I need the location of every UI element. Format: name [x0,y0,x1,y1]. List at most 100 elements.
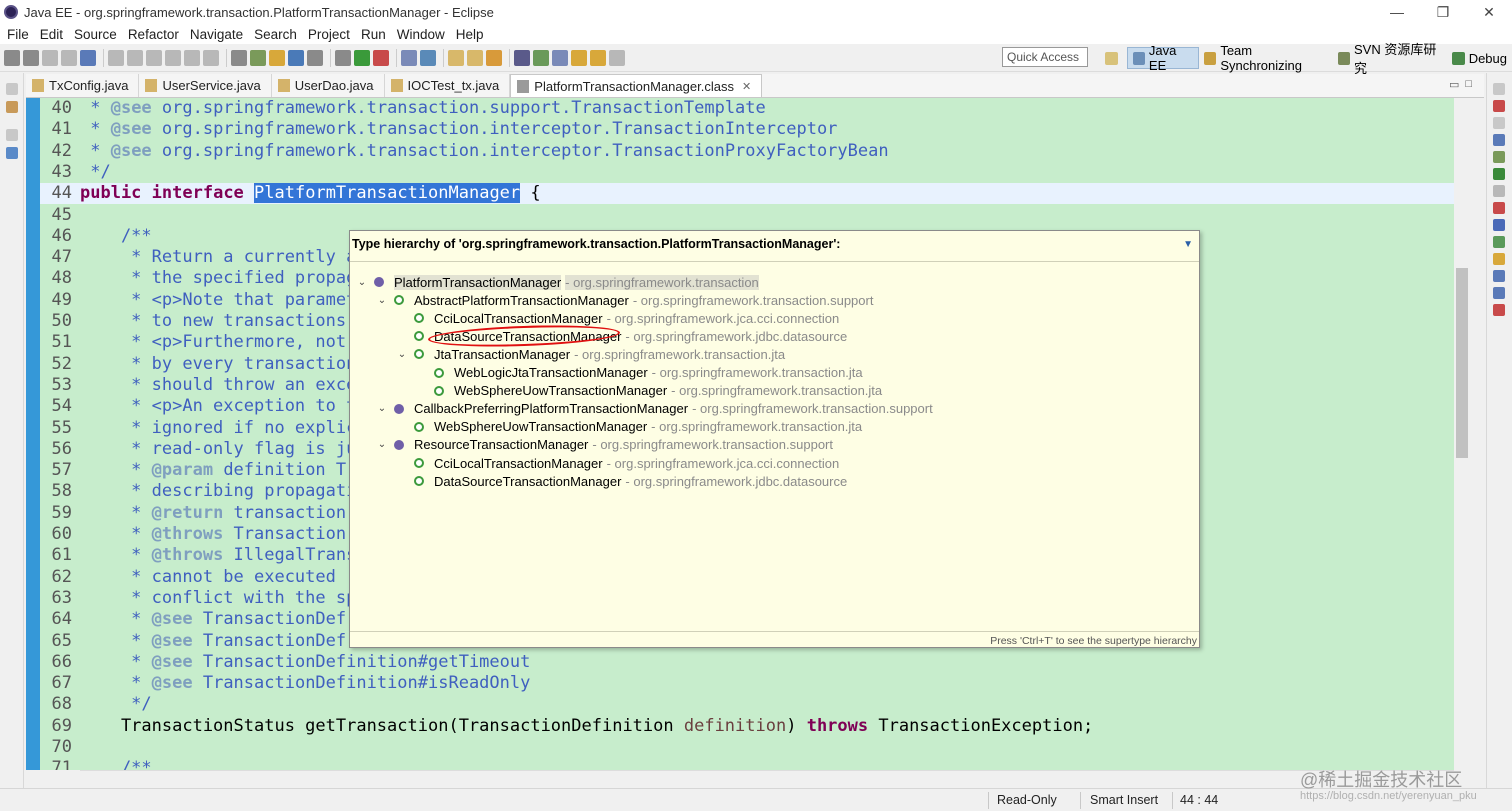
code-line[interactable]: 53 * should throw an exce [40,375,357,396]
perspective-team-sync[interactable]: Team Synchronizing [1199,43,1333,73]
code-line[interactable]: 60 * @throws Transaction [40,524,347,545]
tab-userservice[interactable]: UserService.java [139,74,272,97]
toolbar-button-icon[interactable] [42,50,58,66]
code-line[interactable]: 69 TransactionStatus getTransaction(Tran… [40,716,1094,737]
code-line[interactable]: 55 * ignored if no explic [40,418,357,439]
code-line[interactable]: 40 * @see org.springframework.transactio… [40,98,766,119]
code-line[interactable]: 66 * @see TransactionDefinition#getTimeo… [40,652,531,673]
code-line[interactable]: 49 * <p>Note that paramet [40,290,357,311]
code-line[interactable]: 61 * @throws IllegalTrans [40,545,357,566]
expand-chevron-icon[interactable]: ⌄ [376,439,388,450]
code-line[interactable]: 64 * @see TransactionDef [40,609,347,630]
menu-help[interactable]: Help [451,27,490,42]
expand-chevron-icon[interactable]: ⌄ [396,349,408,360]
close-button[interactable]: ✕ [1466,0,1512,24]
code-line[interactable]: 58 * describing propagati [40,481,357,502]
code-line[interactable]: 43 */ [40,162,111,183]
toolbar-button-icon[interactable] [609,50,625,66]
hierarchy-tree-item[interactable]: ⌄ CallbackPreferringPlatformTransactionMa… [376,400,933,418]
side-view-icon[interactable] [1493,100,1505,112]
menu-navigate[interactable]: Navigate [185,27,249,42]
side-view-icon[interactable] [1493,202,1505,214]
code-line[interactable]: 57 * @param definition Tr [40,460,357,481]
toolbar-button-icon[interactable] [373,50,389,66]
perspective-debug[interactable]: Debug [1447,47,1512,69]
toolbar-button-icon[interactable] [486,50,502,66]
menu-window[interactable]: Window [392,27,451,42]
code-line[interactable]: 46 /** [40,226,152,247]
toolbar-button-icon[interactable] [108,50,124,66]
toolbar-button-icon[interactable] [61,50,77,66]
hierarchy-tree-item[interactable]: ⌄ PlatformTransactionManager - org.springf… [356,273,759,291]
toolbar-button-icon[interactable] [420,50,436,66]
code-line[interactable]: 70 [40,737,80,758]
side-view-icon[interactable] [1493,134,1505,146]
hierarchy-tree-item[interactable]: ⌄ JtaTransactionManager - org.springframew… [396,345,785,363]
toolbar-button-icon[interactable] [165,50,181,66]
toolbar-button-icon[interactable] [4,50,20,66]
hierarchy-tree-item[interactable]: WebSphereUowTransactionManager - org.spri… [396,418,862,436]
side-view-icon[interactable] [1493,83,1505,95]
hierarchy-tree-item[interactable]: WebSphereUowTransactionManager - org.spri… [416,382,882,400]
toolbar-button-icon[interactable] [250,50,266,66]
hierarchy-tree-item[interactable]: ⌄ AbstractPlatformTransactionManager - org… [376,291,874,309]
hierarchy-tree-item[interactable]: ⌄ ResourceTransactionManager - org.springf… [376,436,833,454]
menu-run[interactable]: Run [356,27,392,42]
expand-chevron-icon[interactable]: ⌄ [356,277,368,288]
toolbar-button-icon[interactable] [146,50,162,66]
side-view-icon[interactable] [1493,117,1505,129]
code-line[interactable]: 48 * the specified propag [40,268,357,289]
toolbar-button-icon[interactable] [533,50,549,66]
perspective-java-ee[interactable]: Java EE [1127,43,1200,73]
code-line[interactable]: 62 * cannot be executed [40,567,336,588]
tab-close-icon[interactable]: ✕ [742,80,751,93]
toolbar-button-icon[interactable] [467,50,483,66]
code-line[interactable]: 42 * @see org.springframework.transactio… [40,141,889,162]
code-line[interactable]: 63 * conflict with the sp [40,588,357,609]
toolbar-button-icon[interactable] [288,50,304,66]
menu-edit[interactable]: Edit [35,27,69,42]
code-line[interactable]: 50 * to new transactions, [40,311,357,332]
toolbar-button-icon[interactable] [231,50,247,66]
code-line[interactable]: 51 * <p>Furthermore, not [40,332,347,353]
tab-userdao[interactable]: UserDao.java [272,74,385,97]
code-line[interactable]: 65 * @see TransactionDef [40,631,347,652]
side-view-icon[interactable] [1493,219,1505,231]
toolbar-button-icon[interactable] [23,50,39,66]
restore-view-icon[interactable] [6,83,18,95]
perspective-svn[interactable]: SVN 资源库研究 [1333,42,1447,76]
hierarchy-tree-item[interactable]: WebLogicJtaTransactionManager - org.sprin… [416,364,863,382]
tab-txconfig[interactable]: TxConfig.java [26,74,140,97]
tab-platform-tx-manager[interactable]: PlatformTransactionManager.class ✕ [510,74,763,97]
code-line[interactable]: 67 * @see TransactionDefinition#isReadOn… [40,673,531,694]
code-line[interactable]: 54 * <p>An exception to t [40,396,357,417]
scrollbar-thumb[interactable] [1456,268,1468,458]
side-view-icon[interactable] [1493,185,1505,197]
code-line[interactable]: 44 public interface PlatformTransactionMa… [40,183,541,204]
tab-ioctest[interactable]: IOCTest_tx.java [385,74,511,97]
code-line[interactable]: 41 * @see org.springframework.transactio… [40,119,838,140]
editor-horizontal-scrollbar[interactable] [80,770,1454,786]
menu-search[interactable]: Search [249,27,303,42]
view-menu-icon[interactable]: ▼ [1183,239,1193,250]
toolbar-button-icon[interactable] [307,50,323,66]
menu-project[interactable]: Project [303,27,356,42]
toolbar-button-icon[interactable] [127,50,143,66]
open-perspective-button[interactable] [1100,47,1127,69]
toolbar-button-icon[interactable] [448,50,464,66]
code-line[interactable]: 45 [40,205,80,226]
toolbar-button-icon[interactable] [335,50,351,66]
side-view-icon[interactable] [1493,270,1505,282]
toolbar-button-icon[interactable] [80,50,96,66]
hierarchy-tree-item[interactable]: DataSourceTransactionManager - org.spring… [396,472,847,490]
hierarchy-tree-item[interactable]: CciLocalTransactionManager - org.springfr… [396,454,839,472]
code-line[interactable]: 71 /** [40,758,152,770]
toolbar-button-icon[interactable] [401,50,417,66]
side-view-icon[interactable] [1493,151,1505,163]
expand-chevron-icon[interactable]: ⌄ [376,295,388,306]
side-view-icon[interactable] [1493,236,1505,248]
restore-view-icon-2[interactable] [6,129,18,141]
code-line[interactable]: 56 * read-only flag is ju [40,439,357,460]
toolbar-button-icon[interactable] [184,50,200,66]
toolbar-button-icon[interactable] [354,50,370,66]
